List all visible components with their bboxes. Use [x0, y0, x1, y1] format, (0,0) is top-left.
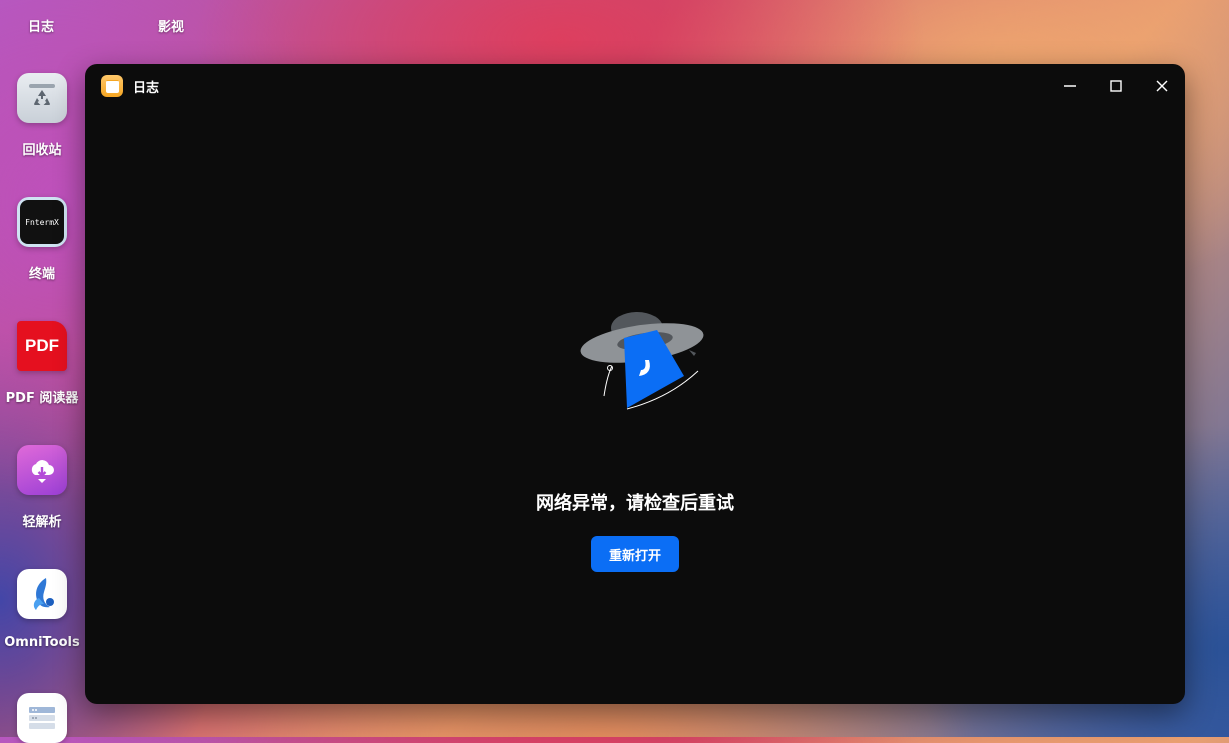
desktop-item-light-parse[interactable]: 轻解析 [0, 445, 84, 530]
desktop-item-omnitools[interactable]: OmniTools [0, 569, 84, 650]
recycle-bin-icon [17, 73, 67, 123]
window-content: 网络异常，请检查后重试 重新打开 [85, 108, 1185, 704]
cloud-download-icon [17, 445, 67, 495]
log-window: 日志 网络异常，请检查后重试 重新打开 [85, 64, 1185, 704]
maximize-button[interactable] [1101, 74, 1131, 98]
pdf-reader-icon: PDF [17, 321, 67, 371]
window-title: 日志 [133, 81, 160, 96]
minimize-icon [1064, 85, 1076, 87]
list-app-icon [17, 693, 67, 743]
desktop-item-recycle-bin[interactable]: 回收站 [0, 73, 84, 158]
log-app-icon [101, 75, 123, 97]
close-button[interactable] [1147, 74, 1177, 98]
terminal-icon-text: FntermX [25, 217, 59, 227]
desktop-label-video[interactable]: 影视 [158, 16, 184, 35]
ufo-error-illustration [580, 312, 704, 410]
desktop-item-terminal[interactable]: FntermX 终端 [0, 197, 84, 282]
desktop-item-pdf-reader[interactable]: PDF PDF 阅读器 [0, 321, 84, 406]
desktop-item-label: 终端 [28, 267, 55, 282]
pdf-icon-text: PDF [25, 336, 59, 355]
omnitools-icon [17, 569, 67, 619]
terminal-icon: FntermX [17, 197, 67, 247]
close-icon [1156, 80, 1168, 92]
minimize-button[interactable] [1055, 74, 1085, 98]
window-titlebar[interactable]: 日志 [85, 64, 1185, 108]
desktop-item-list-app[interactable] [0, 693, 84, 743]
desktop-item-label: 回收站 [22, 143, 62, 158]
maximize-icon [1110, 80, 1122, 92]
reopen-button[interactable]: 重新打开 [591, 536, 679, 572]
desktop-item-label: OmniTools [4, 635, 80, 650]
desktop-item-label: 轻解析 [22, 515, 62, 530]
desktop-label-log[interactable]: 日志 [28, 16, 54, 35]
network-error-message: 网络异常，请检查后重试 [536, 493, 734, 514]
desktop-item-label: PDF 阅读器 [5, 391, 79, 406]
